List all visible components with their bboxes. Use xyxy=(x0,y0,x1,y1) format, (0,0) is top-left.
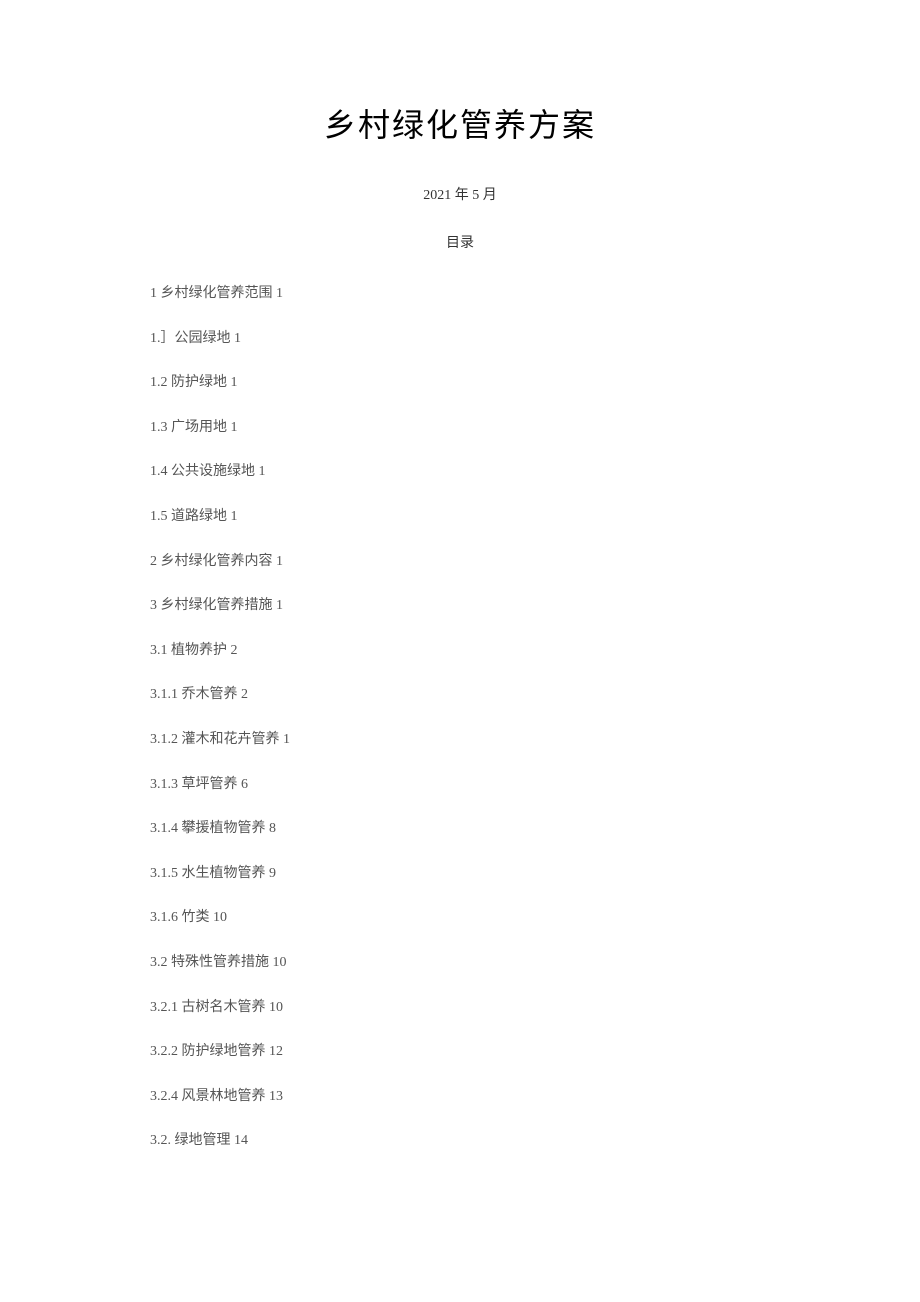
toc-item: 1.3 广场用地 1 xyxy=(150,418,770,438)
toc-item: 3.2.2 防护绿地管养 12 xyxy=(150,1042,770,1062)
toc-item: 1 乡村绿化管养范围 1 xyxy=(150,284,770,304)
toc-item: 3.2. 绿地管理 14 xyxy=(150,1131,770,1151)
toc-item: 3.1.2 灌木和花卉管养 1 xyxy=(150,730,770,750)
toc-item: 3.1.1 乔木管养 2 xyxy=(150,685,770,705)
toc-item: 1.2 防护绿地 1 xyxy=(150,373,770,393)
toc-list: 1 乡村绿化管养范围 1 1.］公园绿地 1 1.2 防护绿地 1 1.3 广场… xyxy=(150,284,770,1151)
toc-item: 1.5 道路绿地 1 xyxy=(150,507,770,527)
toc-item: 1.］公园绿地 1 xyxy=(150,329,770,349)
toc-item: 3.1 植物养护 2 xyxy=(150,641,770,661)
toc-item: 3.1.4 攀援植物管养 8 xyxy=(150,819,770,839)
document-date: 2021 年 5 月 xyxy=(150,184,770,204)
toc-item: 3.1.5 水生植物管养 9 xyxy=(150,864,770,884)
toc-item: 3.2.1 古树名木管养 10 xyxy=(150,998,770,1018)
document-title: 乡村绿化管养方案 xyxy=(150,100,770,146)
toc-item: 3.2.4 风景林地管养 13 xyxy=(150,1087,770,1107)
toc-item: 3.1.3 草坪管养 6 xyxy=(150,775,770,795)
toc-item: 1.4 公共设施绿地 1 xyxy=(150,462,770,482)
toc-item: 3 乡村绿化管养措施 1 xyxy=(150,596,770,616)
toc-item: 3.1.6 竹类 10 xyxy=(150,908,770,928)
toc-item: 2 乡村绿化管养内容 1 xyxy=(150,552,770,572)
toc-label: 目录 xyxy=(150,232,770,252)
toc-item: 3.2 特殊性管养措施 10 xyxy=(150,953,770,973)
